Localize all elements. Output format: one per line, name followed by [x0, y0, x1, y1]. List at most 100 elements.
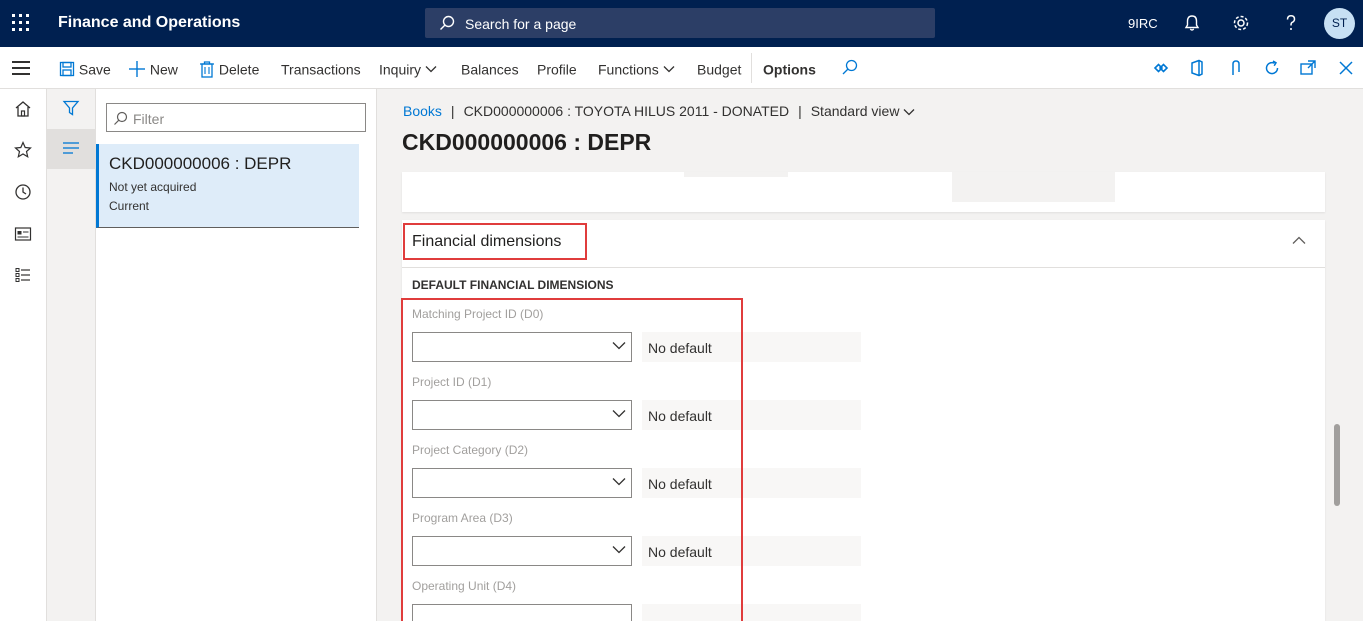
page-title: CKD000000006 : DEPR: [402, 129, 652, 155]
list-pane-toolbar: [47, 89, 96, 621]
breadcrumb-separator: |: [798, 103, 802, 119]
trash-icon: [200, 61, 214, 78]
record-list-pane: Filter CKD000000006 : DEPR Not yet acqui…: [96, 89, 377, 621]
app-launcher-icon[interactable]: [11, 13, 31, 33]
previous-section-field: [684, 172, 788, 177]
new-label: New: [149, 61, 178, 78]
dimension-label: Project ID (D1): [412, 375, 492, 389]
save-label: Save: [78, 61, 111, 78]
chevron-down-icon: [612, 478, 626, 486]
modules-list-icon[interactable]: [13, 265, 33, 285]
filter-placeholder: Filter: [133, 111, 165, 127]
navigation-pane: [0, 89, 47, 621]
chevron-down-icon: [663, 66, 675, 73]
financial-dimensions-header[interactable]: Financial dimensions: [402, 220, 1325, 268]
transactions-button[interactable]: Transactions: [281, 60, 361, 77]
refresh-icon[interactable]: [1262, 58, 1282, 78]
workspaces-icon[interactable]: [13, 224, 33, 244]
breadcrumb-books-link[interactable]: Books: [403, 103, 442, 119]
financial-dimensions-section: Financial dimensions DEFAULT FINANCIAL D…: [402, 220, 1325, 621]
options-label: Options: [763, 61, 816, 78]
chevron-down-icon: [425, 66, 437, 73]
vertical-scrollbar-thumb[interactable]: [1334, 424, 1340, 506]
list-item-title: CKD000000006 : DEPR: [109, 154, 292, 173]
dimension-default-text: No default: [642, 400, 861, 430]
dimension-dropdown[interactable]: [412, 536, 632, 566]
list-item-status: Not yet acquired: [109, 180, 197, 194]
chevron-down-icon: [903, 109, 915, 116]
default-dimensions-group-title: DEFAULT FINANCIAL DIMENSIONS: [412, 278, 614, 292]
search-icon: [440, 15, 455, 30]
dimension-default-text: No default: [642, 536, 861, 566]
breadcrumb-record: CKD000000006 : TOYOTA HILUS 2011 - DONAT…: [463, 103, 790, 119]
action-separator: [751, 53, 752, 83]
action-search-icon[interactable]: [840, 58, 860, 78]
home-icon[interactable]: [13, 99, 33, 119]
list-item[interactable]: CKD000000006 : DEPR Not yet acquired Cur…: [96, 144, 359, 228]
dimension-label: Project Category (D2): [412, 443, 529, 457]
main-content: Books | CKD000000006 : TOYOTA HILUS 2011 -…: [377, 89, 1363, 621]
dimension-dropdown[interactable]: [412, 468, 632, 498]
dimension-dropdown[interactable]: [412, 332, 632, 362]
transactions-label: Transactions: [281, 61, 361, 78]
bell-icon[interactable]: [1181, 12, 1203, 34]
open-new-window-icon[interactable]: [1298, 58, 1318, 78]
recent-clock-icon[interactable]: [13, 182, 33, 202]
page-search-box[interactable]: Search for a page: [425, 8, 935, 38]
options-tab[interactable]: Options: [763, 60, 816, 77]
functions-menu[interactable]: Functions: [598, 60, 675, 77]
list-filter-input[interactable]: Filter: [106, 103, 366, 132]
company-picker[interactable]: 9IRC: [1128, 16, 1158, 31]
delete-button[interactable]: Delete: [199, 60, 259, 78]
list-item-period: Current: [109, 199, 150, 213]
user-avatar[interactable]: ST: [1324, 8, 1355, 39]
inquiry-menu[interactable]: Inquiry: [379, 60, 437, 77]
delete-label: Delete: [218, 61, 260, 78]
help-icon[interactable]: [1280, 12, 1302, 34]
filter-toggle-button[interactable]: [47, 89, 95, 129]
dimension-label: Program Area (D3): [412, 511, 513, 525]
top-navigation-bar: Finance and Operations Search for a page…: [0, 0, 1363, 47]
diamond-link-icon[interactable]: [1151, 58, 1171, 78]
chevron-up-icon[interactable]: [1292, 236, 1306, 245]
dimension-default-text: No default: [642, 332, 861, 362]
dimension-label: Matching Project ID (D0): [412, 307, 544, 321]
view-selector[interactable]: Standard view: [811, 103, 916, 119]
plus-icon: [129, 61, 145, 78]
office-icon[interactable]: [1187, 58, 1207, 78]
hamburger-menu-icon[interactable]: [12, 60, 32, 76]
dimension-dropdown[interactable]: [412, 604, 632, 621]
chevron-down-icon: [612, 342, 626, 350]
save-button[interactable]: Save: [59, 60, 111, 77]
save-icon: [59, 62, 75, 77]
profile-label: Profile: [537, 61, 577, 78]
search-placeholder: Search for a page: [465, 16, 577, 32]
view-selector-label: Standard view: [810, 103, 900, 119]
profile-button[interactable]: Profile: [537, 60, 577, 77]
action-pane: Save New Delete Transactions Inquiry Bal…: [0, 47, 1363, 117]
dimension-label: Operating Unit (D4): [412, 579, 517, 593]
attachment-icon[interactable]: [1226, 58, 1246, 78]
previous-section-field: [952, 172, 1115, 202]
list-view-toggle-button[interactable]: [47, 129, 95, 169]
balances-label: Balances: [461, 61, 519, 78]
favorites-star-icon[interactable]: [13, 140, 33, 160]
funnel-filter-icon: [62, 100, 80, 116]
dimension-default-text: [642, 604, 861, 621]
chevron-down-icon: [612, 410, 626, 418]
app-title: Finance and Operations: [58, 14, 241, 31]
close-icon[interactable]: [1336, 58, 1356, 78]
new-button[interactable]: New: [128, 60, 178, 78]
balances-button[interactable]: Balances: [461, 60, 519, 77]
previous-section-card: [402, 172, 1325, 212]
search-icon: [114, 111, 128, 125]
breadcrumb-separator: |: [450, 103, 455, 119]
settings-gear-icon[interactable]: [1230, 12, 1252, 34]
breadcrumb: Books | CKD000000006 : TOYOTA HILUS 2011 -…: [403, 103, 915, 119]
chevron-down-icon: [612, 546, 626, 554]
functions-label: Functions: [598, 61, 659, 78]
financial-dimensions-title: Financial dimensions: [412, 233, 562, 250]
dimension-dropdown[interactable]: [412, 400, 632, 430]
budget-button[interactable]: Budget: [697, 60, 741, 77]
list-lines-icon: [63, 142, 79, 154]
